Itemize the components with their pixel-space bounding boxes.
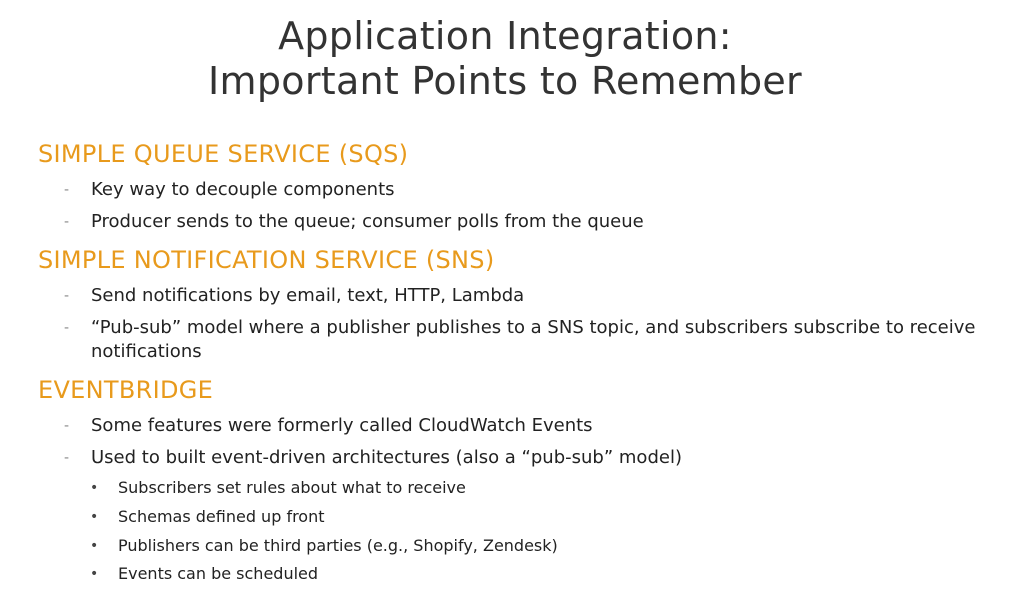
- slide-title-line-2: Important Points to Remember: [208, 59, 802, 103]
- dash-marker: -: [64, 182, 70, 198]
- list-item-text: “Pub-sub” model where a publisher publis…: [91, 317, 976, 362]
- sub-list-item-text: Events can be scheduled: [118, 564, 319, 583]
- bullet-marker: •: [90, 566, 99, 582]
- list-item: - Producer sends to the queue; consumer …: [64, 210, 1006, 234]
- sub-list-item: • Schemas defined up front: [90, 506, 325, 528]
- slide-title-line-1: Application Integration:: [278, 14, 732, 58]
- list-item-text: Some features were formerly called Cloud…: [91, 415, 593, 436]
- list-item-text: Send notifications by email, text, HTTP,…: [91, 285, 525, 306]
- sub-list-item: • Publishers can be third parties (e.g.,…: [90, 535, 558, 557]
- sub-list-item-text: Subscribers set rules about what to rece…: [118, 478, 466, 497]
- dash-marker: -: [64, 450, 70, 466]
- list-item: - Used to built event-driven architectur…: [64, 446, 1006, 470]
- list-item-text: Used to built event-driven architectures…: [91, 447, 682, 468]
- list-item-text: Key way to decouple components: [91, 179, 395, 200]
- bullet-marker: •: [90, 538, 99, 554]
- list-item: - Key way to decouple components: [64, 178, 1006, 202]
- sub-list-item-text: Schemas defined up front: [118, 507, 325, 526]
- slide-title: Application Integration: Important Point…: [0, 14, 1010, 104]
- dash-marker: -: [64, 288, 70, 304]
- list-item: - Send notifications by email, text, HTT…: [64, 284, 1006, 308]
- section-heading-sns: SIMPLE NOTIFICATION SERVICE (SNS): [38, 246, 495, 274]
- bullet-marker: •: [90, 480, 99, 496]
- dash-marker: -: [64, 418, 70, 434]
- list-item: - “Pub-sub” model where a publisher publ…: [64, 316, 1006, 364]
- sub-list-item: • Subscribers set rules about what to re…: [90, 477, 466, 499]
- dash-marker: -: [64, 214, 70, 230]
- list-item: - Some features were formerly called Clo…: [64, 414, 1006, 438]
- section-heading-sqs: SIMPLE QUEUE SERVICE (SQS): [38, 140, 409, 168]
- section-heading-eventbridge: EVENTBRIDGE: [38, 376, 214, 404]
- sub-list-item-text: Publishers can be third parties (e.g., S…: [118, 536, 558, 555]
- dash-marker: -: [64, 320, 70, 336]
- sub-list-item: • Events can be scheduled: [90, 563, 318, 585]
- list-item-text: Producer sends to the queue; consumer po…: [91, 211, 644, 232]
- bullet-marker: •: [90, 509, 99, 525]
